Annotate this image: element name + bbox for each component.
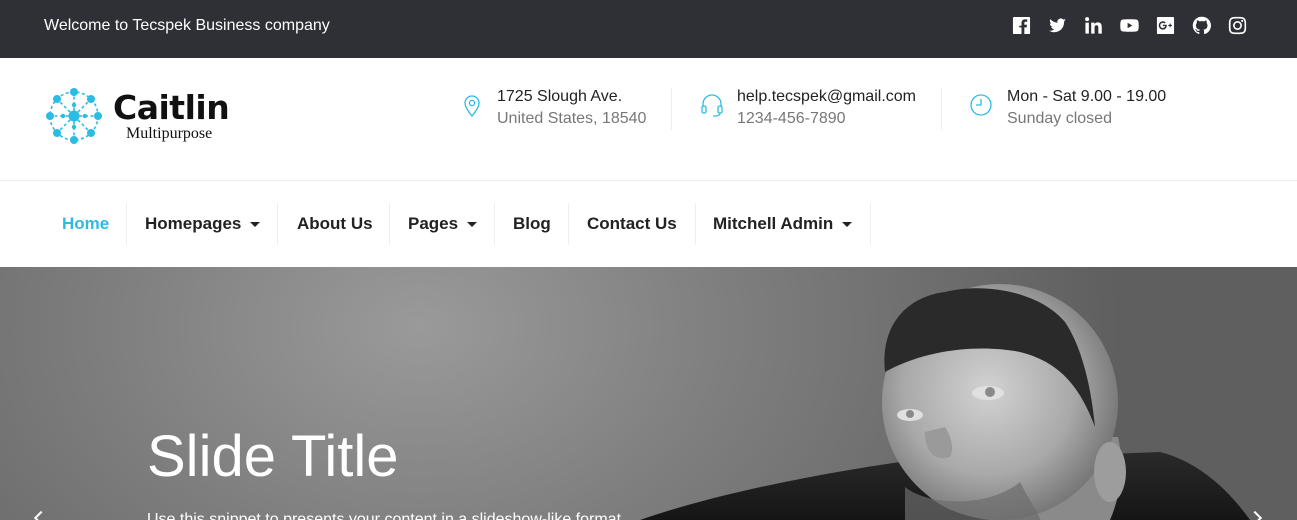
nav-label: Blog	[513, 214, 551, 233]
github-icon[interactable]	[1191, 15, 1211, 35]
nav-pages[interactable]: Pages	[408, 203, 478, 245]
nav-blog[interactable]: Blog	[513, 203, 551, 245]
twitter-icon[interactable]	[1047, 15, 1067, 35]
nav-label: Homepages	[145, 214, 242, 233]
nav-user-menu[interactable]: Mitchell Admin	[713, 203, 853, 245]
contact-email[interactable]: help.tecspek@gmail.com	[737, 88, 916, 106]
site-logo[interactable]: Caitlin Multipurpose	[43, 87, 243, 147]
caret-down-icon	[842, 222, 853, 227]
welcome-text: Welcome to Tecspek Business company	[44, 17, 330, 34]
nav-divider	[695, 203, 696, 245]
instagram-icon[interactable]	[1227, 15, 1247, 35]
nav-divider	[277, 203, 278, 245]
nav-divider	[568, 203, 569, 245]
nav-label: Pages	[408, 214, 459, 233]
map-pin-icon	[459, 92, 485, 118]
main-nav: Home Homepages About Us Pages Blog Conta…	[0, 181, 1297, 267]
nav-divider	[389, 203, 390, 245]
nav-label: Mitchell Admin	[713, 214, 834, 233]
caret-down-icon	[250, 222, 261, 227]
youtube-icon[interactable]	[1119, 15, 1139, 35]
address-line1: 1725 Slough Ave.	[497, 88, 623, 105]
caret-down-icon	[467, 222, 478, 227]
nav-divider	[870, 203, 871, 245]
facebook-icon[interactable]	[1011, 15, 1031, 35]
logo-tagline: Multipurpose	[126, 125, 213, 142]
logo-name: Caitlin	[113, 88, 230, 127]
slide-title: Slide Title	[147, 424, 399, 489]
closed-text: Sunday closed	[1007, 110, 1112, 127]
nav-label: Contact Us	[587, 214, 677, 233]
hours-text: Mon - Sat 9.00 - 19.00	[1007, 88, 1167, 105]
nav-divider	[126, 203, 127, 245]
contact-phone[interactable]: 1234-456-7890	[737, 110, 846, 128]
nav-home[interactable]: Home	[62, 203, 109, 245]
address-line2: United States, 18540	[497, 110, 647, 127]
divider	[671, 88, 672, 130]
nav-homepages[interactable]: Homepages	[145, 203, 261, 245]
nav-about-us[interactable]: About Us	[297, 203, 373, 245]
nav-label: Home	[62, 214, 110, 233]
headset-icon	[699, 92, 725, 118]
nav-contact-us[interactable]: Contact Us	[587, 203, 677, 245]
divider	[941, 88, 942, 130]
logo-mark-icon	[46, 88, 102, 144]
top-bar: Welcome to Tecspek Business company	[0, 0, 1297, 58]
slide-subtitle: Use this snippet to presents your conten…	[147, 511, 626, 520]
site-header: Caitlin Multipurpose 1725 Slough Ave. Un…	[0, 58, 1297, 181]
social-links	[1011, 15, 1247, 35]
nav-label: About Us	[297, 214, 373, 233]
google-plus-icon[interactable]	[1155, 15, 1175, 35]
hero-slider: Slide Title Use this snippet to presents…	[0, 267, 1297, 520]
linkedin-icon[interactable]	[1083, 15, 1103, 35]
clock-icon	[969, 92, 995, 118]
nav-divider	[494, 203, 495, 245]
